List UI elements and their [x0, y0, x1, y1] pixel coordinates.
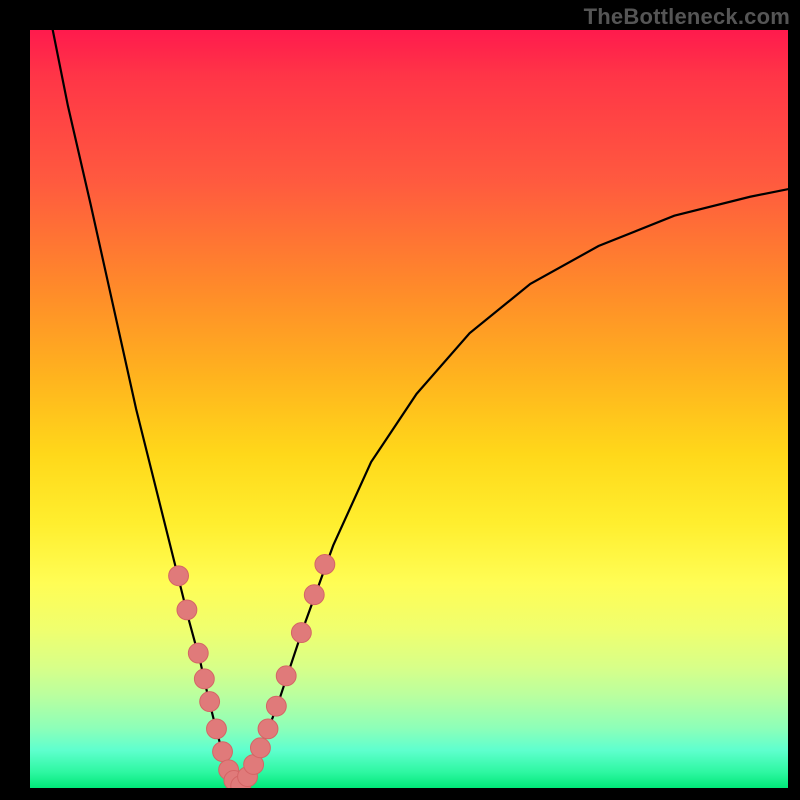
- chart-stage: TheBottleneck.com: [0, 0, 800, 800]
- marker-point: [315, 554, 335, 574]
- marker-point: [258, 719, 278, 739]
- marker-group: [169, 554, 335, 788]
- marker-point: [304, 585, 324, 605]
- marker-point: [169, 566, 189, 586]
- marker-point: [266, 696, 286, 716]
- marker-point: [200, 692, 220, 712]
- marker-point: [177, 600, 197, 620]
- marker-point: [188, 643, 208, 663]
- marker-point: [291, 623, 311, 643]
- chart-overlay: [30, 30, 788, 788]
- plot-area: [30, 30, 788, 788]
- marker-point: [213, 742, 233, 762]
- marker-point: [207, 719, 227, 739]
- curve-right-branch: [241, 189, 788, 786]
- marker-point: [276, 666, 296, 686]
- marker-point: [251, 738, 271, 758]
- watermark-text: TheBottleneck.com: [584, 4, 790, 30]
- marker-point: [194, 669, 214, 689]
